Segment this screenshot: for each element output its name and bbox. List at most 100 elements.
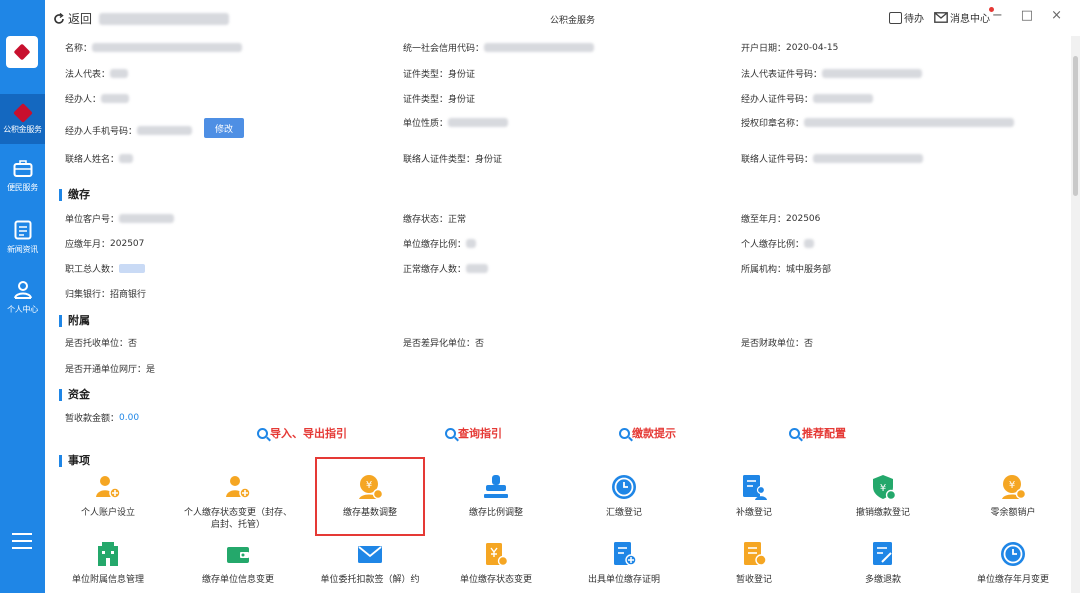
todo-icon xyxy=(889,11,902,24)
magnifier-icon xyxy=(619,427,630,439)
sidebar-item-convenience[interactable]: 便民服务 xyxy=(0,160,45,193)
deposit-status: 缴存状态： 正常 xyxy=(403,215,467,225)
sidebar-item-fund-service[interactable]: 公积金服务 xyxy=(0,94,45,144)
info-contact-name: 联络人姓名： xyxy=(65,152,134,165)
close-button[interactable]: × xyxy=(1051,8,1062,23)
mail-icon xyxy=(934,12,948,23)
tile-ratio-adjust[interactable]: 缴存比例调整 xyxy=(426,473,566,519)
sidebar-item-label: 公积金服务 xyxy=(3,124,42,134)
app-window: 公积金服务 便民服务 新闻资讯 个人中心 返回 公积金服务 待办 消息中心 − … xyxy=(0,0,1080,593)
deposit-institution: 所属机构： 城中服务部 xyxy=(741,265,832,275)
tile-deposit-month-change[interactable]: 单位缴存年月变更 xyxy=(943,540,1071,586)
guide-query[interactable]: 查询指引 xyxy=(445,425,502,441)
back-label: 返回 xyxy=(68,12,93,26)
section-funds-title: 资金 xyxy=(59,389,90,401)
info-legal-cert-no: 法人代表证件号码： xyxy=(741,67,923,80)
magnifier-icon xyxy=(257,427,268,439)
person-add-icon xyxy=(96,476,121,499)
maximize-button[interactable]: □ xyxy=(1021,8,1033,23)
card-icon xyxy=(486,543,509,567)
doc-add-icon xyxy=(614,542,637,566)
wallet-icon xyxy=(227,547,249,563)
deposit-normal-count: 正常缴存人数： xyxy=(403,262,489,275)
doc-money-icon xyxy=(744,542,767,566)
info-handler-cert-no: 经办人证件号码： xyxy=(741,92,874,105)
tile-overpayment-refund[interactable]: 多缴退款 xyxy=(813,540,953,586)
tile-remit-register[interactable]: 汇缴登记 xyxy=(554,473,694,519)
deposit-due-month: 应缴年月： 202507 xyxy=(65,238,145,251)
info-open-date: 开户日期： 2020-04-15 xyxy=(741,42,839,55)
deposit-unit-ratio: 单位缴存比例： xyxy=(403,237,477,250)
info-auth-seal: 授权印章名称： xyxy=(741,116,1015,129)
tile-personal-account-setup[interactable]: 个人账户设立 xyxy=(45,473,178,519)
tile-cancel-payment-register[interactable]: ¥ 撤销缴款登记 xyxy=(813,473,953,519)
tile-temp-receipt-register[interactable]: 暂收登记 xyxy=(684,540,824,586)
fund-service-icon xyxy=(12,102,33,123)
info-unit-nature: 单位性质： xyxy=(403,116,509,129)
minimize-button[interactable]: − xyxy=(992,8,1003,23)
app-logo xyxy=(6,36,38,68)
back-button[interactable]: 返回 xyxy=(53,10,230,27)
sidebar-item-news[interactable]: 新闻资讯 xyxy=(0,220,45,255)
scrollbar-thumb[interactable] xyxy=(1073,56,1078,196)
tile-base-adjust[interactable]: ¥ 缴存基数调整 xyxy=(300,473,440,519)
deposit-paid-until: 缴至年月： 202506 xyxy=(741,213,821,226)
deposit-person-ratio: 个人缴存比例： xyxy=(741,237,815,250)
sidebar-item-label: 新闻资讯 xyxy=(7,245,38,254)
tile-personal-status-change[interactable]: 个人缴存状态变更（封存、启封、托管） xyxy=(168,473,308,531)
tile-supplement-register[interactable]: 补缴登记 xyxy=(684,473,824,519)
deposit-total-staff: 职工总人数： xyxy=(65,262,146,275)
tile-unit-info-change[interactable]: 缴存单位信息变更 xyxy=(168,540,308,586)
money-person-icon: ¥ xyxy=(1002,475,1027,500)
logo-mark-icon xyxy=(13,43,31,61)
magnifier-icon xyxy=(445,427,456,439)
tile-zero-balance-close[interactable]: ¥ 零余额销户 xyxy=(943,473,1071,519)
shield-icon: ¥ xyxy=(873,475,897,501)
section-deposit-title: 缴存 xyxy=(59,189,90,201)
document-person-icon xyxy=(743,475,767,500)
briefcase-icon xyxy=(13,160,32,177)
title-bar: 返回 公积金服务 待办 消息中心 − □ × xyxy=(45,0,1080,36)
window-title: 公积金服务 xyxy=(550,16,596,26)
svg-text:¥: ¥ xyxy=(1009,480,1015,491)
tile-unit-status-change[interactable]: 单位缴存状态变更 xyxy=(426,540,566,586)
tile-issue-deposit-certificate[interactable]: 出具单位缴存证明 xyxy=(554,540,694,586)
guide-payment-tip[interactable]: 缴款提示 xyxy=(619,425,676,441)
menu-icon[interactable] xyxy=(12,533,32,549)
info-cert-type-2: 证件类型： 身份证 xyxy=(403,95,476,105)
magnifier-icon xyxy=(789,427,800,439)
redacted-unit-name xyxy=(99,12,230,25)
guide-import-export[interactable]: 导入、导出指引 xyxy=(257,425,347,441)
deposit-bank: 归集银行： 招商银行 xyxy=(65,290,147,300)
attach-finance: 是否财政单位： 否 xyxy=(741,339,814,349)
clock-icon xyxy=(612,475,636,499)
info-handler-phone: 经办人手机号码： xyxy=(65,124,193,137)
main-content: 名称： 统一社会信用代码： 开户日期： 2020-04-15 法人代表： 证件类… xyxy=(45,36,1071,593)
section-matters-title: 事项 xyxy=(59,455,90,467)
sidebar-item-label: 个人中心 xyxy=(7,305,38,314)
info-contact-cert-type: 联络人证件类型： 身份证 xyxy=(403,155,503,165)
person-add-icon xyxy=(226,476,251,499)
attach-entrusted: 是否托收单位： 否 xyxy=(65,339,138,349)
attach-online-hall: 是否开通单位网厅： 是 xyxy=(65,365,156,375)
message-center-label: 消息中心 xyxy=(950,14,990,25)
info-legal-rep: 法人代表： xyxy=(65,67,129,80)
message-center-button[interactable]: 消息中心 xyxy=(934,7,994,25)
todo-button[interactable]: 待办 xyxy=(889,10,924,25)
sidebar-item-label: 便民服务 xyxy=(7,183,38,192)
attach-diff: 是否差异化单位： 否 xyxy=(403,339,485,349)
info-contact-cert-no: 联络人证件号码： xyxy=(741,152,924,165)
svg-text:¥: ¥ xyxy=(366,480,372,491)
guide-recommend-config[interactable]: 推荐配置 xyxy=(789,425,846,441)
stamp-icon xyxy=(484,475,508,498)
funds-temp: 暂收款金额： 0.00 xyxy=(65,412,140,425)
tile-unit-deduction-contract[interactable]: 单位委托扣款签（解）约 xyxy=(300,540,440,586)
refresh-icon xyxy=(54,12,64,24)
edit-phone-button[interactable]: 修改 xyxy=(204,118,244,138)
sidebar-item-personal[interactable]: 个人中心 xyxy=(0,280,45,315)
news-icon xyxy=(14,220,31,240)
section-attach-title: 附属 xyxy=(59,315,90,327)
vertical-scrollbar[interactable] xyxy=(1071,36,1080,593)
tile-unit-attached-info[interactable]: 单位附属信息管理 xyxy=(45,540,178,586)
personal-center-icon xyxy=(13,281,32,299)
